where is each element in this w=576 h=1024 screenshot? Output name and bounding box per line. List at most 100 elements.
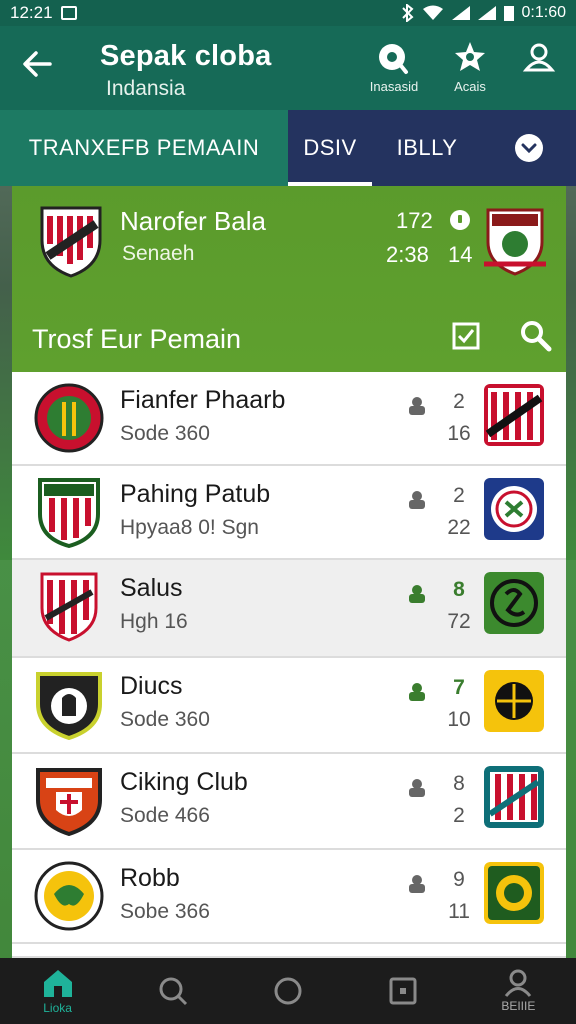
player-sub: Sode 360 [120,708,210,731]
player-stat-2: 11 [448,900,470,923]
match-number-bottom: 14 [448,242,473,267]
square-icon [389,977,417,1005]
tab-bar: TRANXEFB PEMAAIN DSIV IBLLY [0,110,576,186]
player-stat-2: 72 [447,610,471,633]
player-stat-2: 2 [453,804,465,827]
player-name: Ciking Club [120,768,248,796]
home-icon [43,970,72,997]
player-stat-1: 8 [453,578,465,601]
player-sub: Hpyaa8 0! Sgn [120,516,259,539]
club-badge-icon [484,384,544,446]
bluetooth-icon [401,4,414,22]
status-right-time: 0:1:60 [521,4,566,21]
player-sub: Sode 360 [120,422,210,445]
tab-transfer-pemain[interactable]: TRANXEFB PEMAAIN [0,110,288,186]
club-badge-icon [484,670,544,732]
trophy-action-label: Acais [454,79,486,94]
trophy-action-button[interactable]: Acais [430,40,510,94]
nav-profile-label: BEIIIE [501,999,536,1013]
tab-more-button[interactable] [482,110,576,186]
club-logo-icon [34,764,104,837]
tab-label: TRANXEFB PEMAAIN [28,135,260,160]
player-stat-1: 2 [453,390,465,413]
lock-icon [408,874,426,899]
profile-icon [522,43,556,72]
club-logo-icon [34,476,104,549]
match-card[interactable]: Narofer Bala Senaeh 172 2:38 14 Trosf Eu… [12,186,566,372]
nav-search[interactable] [133,958,213,1024]
player-stat-1: 7 [453,676,465,699]
nav-circle[interactable] [248,958,328,1024]
tab-iblly[interactable]: IBLLY [372,110,482,186]
club-logo-icon [34,668,104,741]
lock-icon [408,490,426,515]
club-logo-icon [34,570,104,642]
app-subtitle: Indansia [106,77,186,100]
bottom-navigation: Lioka BEIIIE [0,958,576,1024]
player-sub: Hgh 16 [120,610,188,633]
match-number-top: 172 [396,208,433,233]
status-bar: 12:21 0:1:60 [0,0,576,26]
nav-profile[interactable]: BEIIIE [478,958,558,1024]
list-item[interactable]: Fianfer Phaarb Sode 360 2 16 [12,372,566,466]
back-button[interactable] [20,44,60,88]
wifi-icon [422,5,443,20]
club-badge-icon [484,862,544,924]
list-item[interactable]: Diucs Sode 360 7 10 [12,658,566,754]
club-logo-icon [34,860,104,932]
player-name: Pahing Patub [120,480,271,508]
list-item[interactable]: Salus Hgh 16 8 72 [12,560,566,658]
player-name: Salus [120,574,183,602]
list-item-partial [12,944,566,958]
signal-icon [451,6,470,20]
lock-icon [408,778,426,803]
whistle-action-button[interactable]: Inasasid [354,40,434,94]
app-bar: Sepak cloba Indansia Inasasid Acais [0,26,576,110]
tab-label: DSIV [303,135,357,160]
signal-icon-2 [477,6,496,20]
player-sub: Sode 466 [120,804,210,827]
chevron-down-icon [515,134,543,162]
player-list: Fianfer Phaarb Sode 360 2 16 Pahing Patu… [12,372,566,958]
app-title: Sepak cloba [100,40,272,72]
match-team-name: Narofer Bala [120,206,266,236]
player-stat-2: 10 [447,708,471,731]
player-name: Fianfer Phaarb [120,386,286,414]
list-item[interactable]: Pahing Patub Hpyaa8 0! Sgn 2 22 [12,466,566,560]
lock-icon [408,584,426,609]
search-icon[interactable] [518,318,554,359]
whistle-icon [379,44,408,74]
tab-label: IBLLY [396,135,458,160]
profile-action-button[interactable] [500,40,576,79]
team-crest-icon [38,204,104,283]
nav-home[interactable]: Lioka [18,958,98,1024]
player-stat-1: 8 [453,772,465,795]
nav-square[interactable] [363,958,443,1024]
whistle-action-label: Inasasid [369,79,419,94]
player-stat-1: 2 [453,484,465,507]
nav-home-label: Lioka [43,1001,72,1015]
player-name: Robb [120,864,180,892]
opponent-crest-icon [484,204,546,281]
club-badge-icon [484,478,544,540]
club-badge-icon [484,572,544,634]
filter-checkbox-icon[interactable] [452,322,480,355]
lock-icon [408,396,426,421]
player-sub: Sobe 366 [120,900,210,923]
search-icon [159,977,187,1006]
player-name: Diucs [120,672,183,700]
tab-dsiv[interactable]: DSIV [288,110,372,186]
profile-icon [505,969,532,997]
lock-icon [408,682,426,707]
club-badge-icon [484,766,544,828]
section-title: Trosf Eur Pemain [32,324,242,354]
list-item[interactable]: Ciking Club Sode 466 8 2 [12,754,566,850]
circle-icon [274,977,302,1005]
gallery-icon [60,6,77,20]
match-time: 2:38 [386,242,429,267]
player-stat-1: 9 [453,868,465,891]
alert-icon [450,210,470,230]
trophy-icon [455,42,485,71]
list-item[interactable]: Robb Sobe 366 9 11 [12,850,566,944]
player-stat-2: 16 [447,422,471,445]
